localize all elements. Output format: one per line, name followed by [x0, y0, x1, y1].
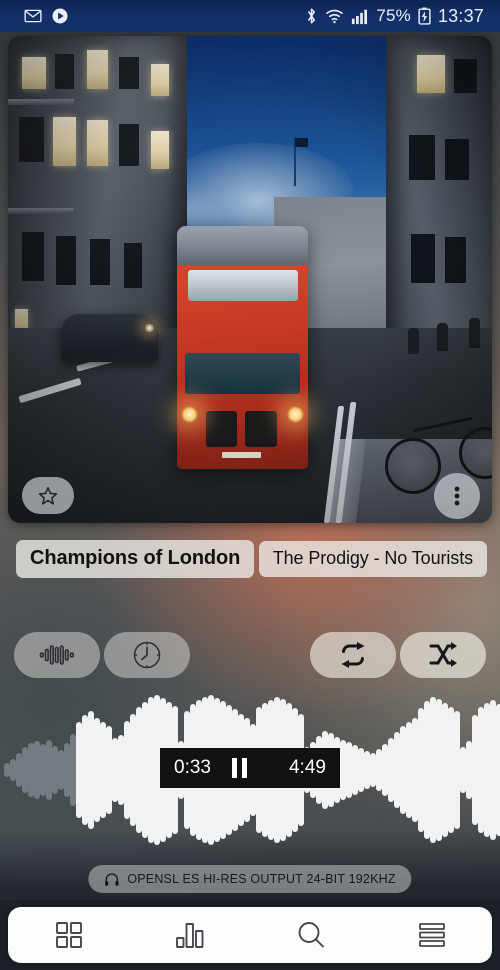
audio-output-badge[interactable]: OPENSL ES HI-RES OUTPUT 24-BIT 192KHZ [88, 865, 412, 893]
waveform-icon [39, 645, 74, 665]
favorite-button[interactable] [22, 477, 74, 514]
clock-icon [133, 641, 161, 669]
shuffle-icon [429, 642, 457, 667]
nav-now-playing[interactable] [129, 907, 250, 963]
status-bar-notifications [0, 7, 69, 25]
repeat-icon [341, 642, 365, 668]
more-vertical-icon [454, 486, 460, 506]
nav-library[interactable] [8, 907, 129, 963]
bottom-nav [8, 907, 492, 963]
battery-charging-icon [418, 7, 431, 25]
search-icon [298, 922, 324, 948]
shuffle-button[interactable] [400, 632, 486, 678]
status-bar-clock: 13:37 [437, 5, 484, 26]
bars-icon [175, 923, 203, 948]
visualizer-button[interactable] [14, 632, 100, 678]
current-time: 0:33 [174, 757, 211, 778]
nav-search[interactable] [250, 907, 371, 963]
pause-bar-left [231, 758, 237, 778]
bluetooth-icon [308, 8, 316, 24]
play-circle-icon [52, 8, 68, 24]
vignette [8, 36, 492, 523]
gmail-icon [24, 9, 42, 23]
battery-percent: 75% [376, 6, 411, 25]
pause-bar-right [241, 758, 247, 778]
transport-bar: 0:33 4:49 [160, 748, 340, 788]
nav-queue[interactable] [371, 907, 492, 963]
repeat-button[interactable] [310, 632, 396, 678]
status-bar: 75% 13:37 [0, 0, 500, 32]
waveform-seekbar[interactable]: 0:33 4:49 [0, 690, 500, 850]
signal-icon [352, 9, 368, 25]
wifi-icon [326, 9, 344, 24]
control-row [0, 632, 500, 678]
track-info: Champions of London The Prodigy - No Tou… [16, 535, 487, 578]
total-time: 4:49 [288, 757, 326, 778]
more-options-button[interactable] [434, 473, 480, 519]
album-art[interactable] [8, 36, 492, 523]
track-title[interactable]: Champions of London [16, 540, 255, 578]
audio-output-text: OPENSL ES HI-RES OUTPUT 24-BIT 192KHZ [127, 872, 396, 886]
track-subtitle[interactable]: The Prodigy - No Tourists [258, 541, 487, 577]
list-icon [418, 923, 445, 947]
headphones-icon [105, 872, 119, 886]
music-player-screen: 75% 13:37 Champions of London The Prodig… [0, 0, 500, 970]
album-art-image [8, 36, 492, 523]
status-bar-system: 75% 13:37 [305, 6, 500, 27]
waveform-bar[interactable] [496, 704, 500, 836]
bottom-nav-container [0, 900, 500, 970]
star-icon [38, 486, 58, 505]
pause-button[interactable] [231, 758, 247, 778]
grid-icon [55, 922, 82, 948]
sleep-timer-button[interactable] [104, 632, 190, 678]
